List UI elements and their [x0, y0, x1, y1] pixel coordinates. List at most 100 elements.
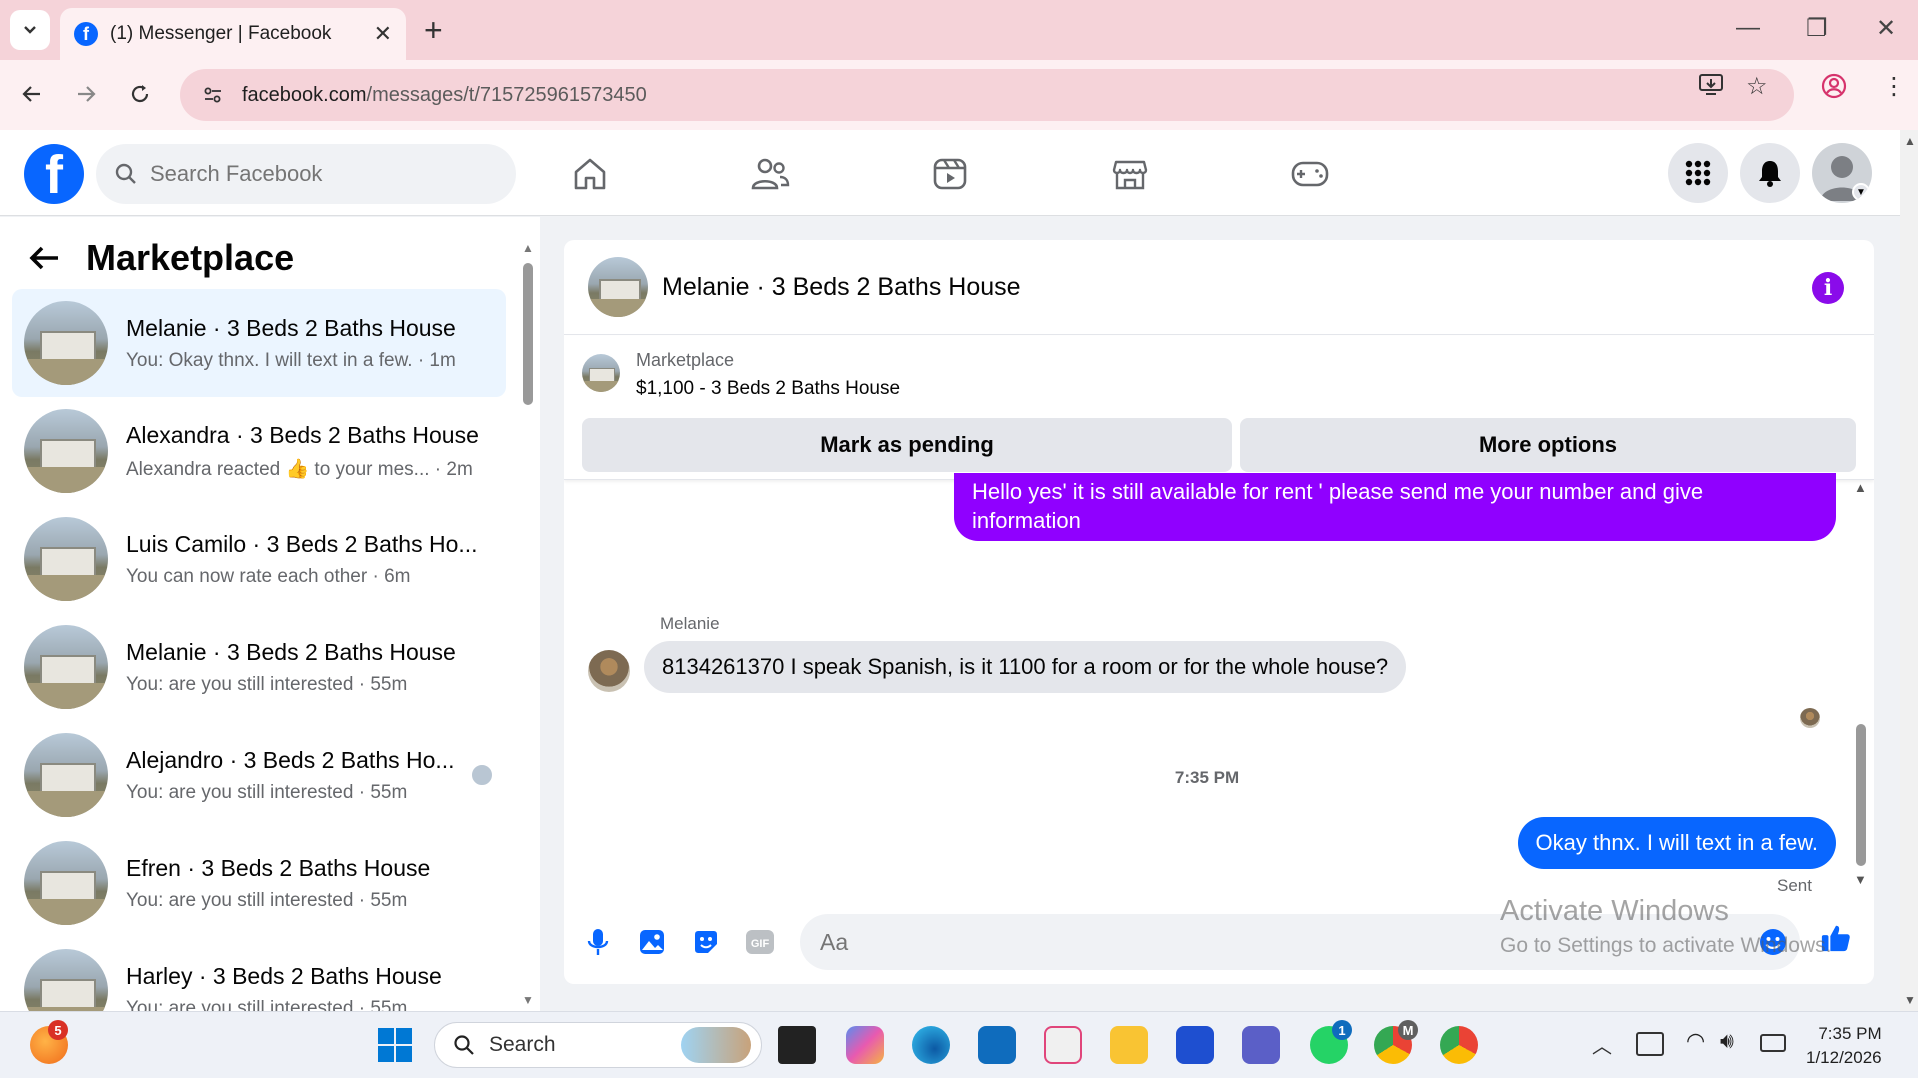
marketplace-label: Marketplace [636, 350, 735, 370]
browser-tab-bar: f (1) Messenger | Facebook ✕ + — ❐ ✕ [0, 0, 1918, 60]
gif-icon[interactable]: GIF [744, 926, 776, 958]
close-window-icon[interactable]: ✕ [1876, 14, 1896, 43]
clock-date: 1/12/2026 [1806, 1048, 1882, 1067]
tab-close-icon[interactable]: ✕ [374, 21, 392, 47]
site-info-icon[interactable] [202, 84, 224, 106]
conversation-preview: You: Okay thnx. I will text in a few. · … [126, 349, 456, 371]
browser-tab-messenger[interactable]: f (1) Messenger | Facebook ✕ [60, 8, 406, 60]
account-avatar[interactable]: ▼ [1812, 143, 1872, 203]
browser-toolbar: facebook.com/messages/t/715725961573450 … [0, 60, 1918, 130]
outgoing-message[interactable]: Hello yes' it is still available for ren… [954, 473, 1836, 541]
browser-menu-icon[interactable]: ⋮ [1882, 72, 1906, 101]
conversation-preview: You: are you still interested · 55m [126, 997, 408, 1012]
seen-by-avatar [1800, 708, 1820, 728]
listing-avatar [24, 841, 108, 925]
mark-as-pending-button[interactable]: Mark as pending [582, 418, 1232, 472]
friends-icon[interactable] [748, 152, 792, 196]
conversation-item[interactable]: Melanie · 3 Beds 2 Baths House You: are … [12, 613, 506, 721]
forward-icon[interactable] [68, 76, 104, 112]
page-scrollbar[interactable]: ▲ ▼ [1900, 130, 1918, 1011]
back-icon[interactable] [14, 76, 50, 112]
conversation-preview: You can now rate each other · 6m [126, 565, 411, 587]
scroll-thumb[interactable] [1856, 724, 1866, 866]
minimize-icon[interactable]: — [1736, 14, 1760, 42]
windows-taskbar: 5 Search 1 M ︿ ◠ 🔊︎ 7:35 PM 1/12/2026 [0, 1011, 1918, 1078]
listing-title[interactable]: $1,100 - 3 Beds 2 Baths House [636, 378, 900, 400]
more-options-button[interactable]: More options [1240, 418, 1856, 472]
microsoft-store-icon[interactable] [1176, 1026, 1214, 1064]
watermark-title: Activate Windows [1500, 895, 1729, 927]
scroll-up-icon[interactable]: ▲ [1854, 480, 1867, 495]
gaming-icon[interactable] [1288, 152, 1332, 196]
volume-icon[interactable]: 🔊︎ [1720, 1028, 1734, 1054]
listing-avatar [24, 301, 108, 385]
file-explorer-icon[interactable] [1110, 1026, 1148, 1064]
scroll-up-icon[interactable]: ▲ [522, 241, 534, 255]
conversation-item[interactable]: Melanie · 3 Beds 2 Baths House You: Okay… [12, 289, 506, 397]
conversation-item[interactable]: Alejandro · 3 Beds 2 Baths Ho... You: ar… [12, 721, 506, 829]
listing-avatar [24, 733, 108, 817]
conversation-item[interactable]: Efren · 3 Beds 2 Baths House You: are yo… [12, 829, 506, 937]
tab-search-button[interactable] [10, 10, 50, 50]
conversation-item[interactable]: Harley · 3 Beds 2 Baths House You: are y… [12, 937, 506, 1011]
chat-avatar[interactable] [588, 257, 648, 317]
copilot-icon[interactable] [846, 1026, 884, 1064]
taskbar-clock[interactable]: 7:35 PM 1/12/2026 [1806, 1022, 1882, 1070]
video-icon[interactable] [928, 152, 972, 196]
wifi-icon[interactable]: ◠ [1686, 1028, 1705, 1054]
sticker-icon[interactable] [690, 926, 722, 958]
scroll-down-icon[interactable]: ▼ [1904, 993, 1916, 1007]
messages-scrollbar[interactable]: ▲ ▼ [1854, 480, 1868, 890]
microphone-icon[interactable] [582, 926, 614, 958]
search-highlight-image [681, 1027, 751, 1063]
marketplace-title: Marketplace [86, 237, 295, 278]
info-icon[interactable]: i [1812, 272, 1844, 304]
facebook-search-input[interactable] [150, 161, 490, 187]
facebook-logo-icon[interactable]: f [24, 144, 84, 204]
back-arrow-icon[interactable] [28, 243, 60, 273]
chrome-second-profile-icon[interactable] [1440, 1026, 1478, 1064]
whatsapp-badge: 1 [1332, 1020, 1352, 1040]
listing-avatar [24, 625, 108, 709]
keyboard-icon[interactable] [1636, 1032, 1664, 1056]
show-hidden-icons-chevron-icon[interactable]: ︿ [1592, 1030, 1612, 1059]
chat-title[interactable]: Melanie · 3 Beds 2 Baths House [662, 273, 1021, 302]
install-app-icon[interactable] [1698, 72, 1726, 105]
account-chevron-icon[interactable]: ▼ [1852, 183, 1870, 201]
teams-icon[interactable] [1242, 1026, 1280, 1064]
snipping-tool-icon[interactable] [1044, 1026, 1082, 1064]
marketplace-icon[interactable] [1108, 152, 1152, 196]
conversation-name: Melanie · 3 Beds 2 Baths House [126, 314, 456, 341]
bookmark-star-icon[interactable]: ☆ [1746, 72, 1768, 101]
battery-icon[interactable] [1760, 1034, 1786, 1052]
new-tab-button[interactable]: + [424, 12, 443, 48]
conversation-item[interactable]: Luis Camilo · 3 Beds 2 Baths Ho... You c… [12, 505, 506, 613]
message-timestamp: 7:35 PM [1174, 768, 1240, 787]
search-icon [115, 163, 136, 184]
facebook-search[interactable] [96, 144, 516, 204]
incoming-message[interactable]: 8134261370 I speak Spanish, is it 1100 f… [644, 641, 1407, 693]
taskbar-search[interactable]: Search [434, 1022, 762, 1068]
notifications-bell-icon[interactable] [1740, 143, 1800, 203]
edge-icon[interactable] [912, 1026, 950, 1064]
task-view-icon[interactable] [778, 1026, 816, 1064]
conversation-item[interactable]: Alexandra · 3 Beds 2 Baths House Alexand… [12, 397, 506, 505]
profile-icon[interactable] [1820, 72, 1848, 107]
scroll-thumb[interactable] [523, 263, 533, 405]
restore-icon[interactable]: ❐ [1806, 14, 1828, 43]
menu-grid-icon[interactable] [1668, 143, 1728, 203]
reload-icon[interactable] [122, 76, 158, 112]
scroll-down-icon[interactable]: ▼ [522, 993, 534, 1007]
listing-avatar [24, 949, 108, 1011]
scroll-up-icon[interactable]: ▲ [1904, 134, 1916, 148]
outlook-icon[interactable] [978, 1026, 1016, 1064]
conversation-list-scrollbar[interactable]: ▲ ▼ [522, 241, 534, 1011]
listing-thumbnail[interactable] [582, 354, 620, 392]
outgoing-message[interactable]: Okay thnx. I will text in a few. [1517, 817, 1836, 869]
sender-avatar[interactable] [588, 650, 630, 692]
photo-icon[interactable] [636, 926, 668, 958]
address-bar[interactable]: facebook.com/messages/t/715725961573450 [180, 69, 1794, 121]
scroll-down-icon[interactable]: ▼ [1854, 872, 1867, 887]
windows-start-icon[interactable] [376, 1026, 414, 1064]
home-icon[interactable] [568, 152, 612, 196]
